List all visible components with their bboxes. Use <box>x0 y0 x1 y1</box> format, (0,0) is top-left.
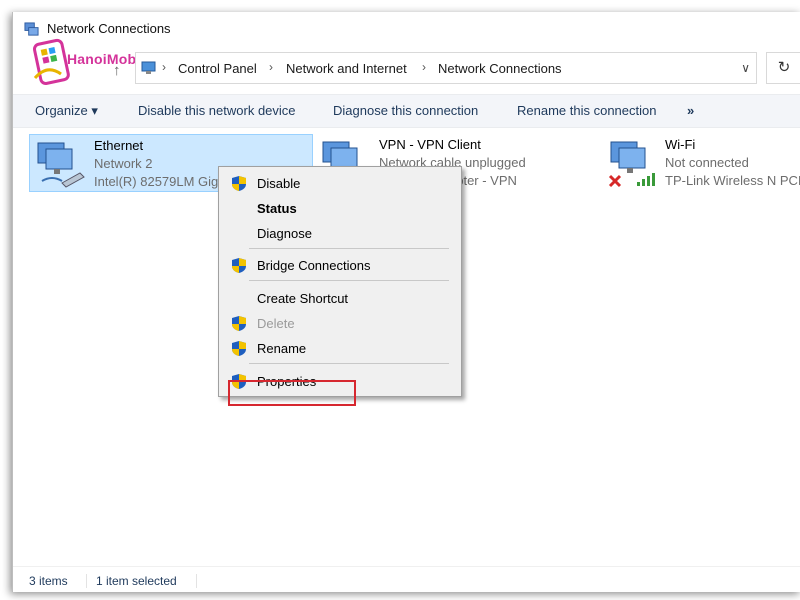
menu-item-label: Status <box>257 201 297 216</box>
connection-name: Ethernet <box>94 138 144 153</box>
connection-status: Network 2 <box>94 156 153 171</box>
connection-name: VPN - VPN Client <box>379 137 481 152</box>
breadcrumb-control-panel[interactable]: Control Panel <box>178 61 257 76</box>
refresh-button[interactable]: ↻ <box>766 52 800 84</box>
ethernet-adapter-icon <box>37 142 85 188</box>
menu-separator <box>249 248 449 249</box>
organize-menu[interactable]: Organize ▾ <box>35 103 98 119</box>
status-selected-count: 1 item selected <box>96 574 177 588</box>
rename-connection-button[interactable]: Rename this connection <box>517 103 656 118</box>
menu-item-label: Bridge Connections <box>257 258 371 273</box>
uac-shield-icon <box>232 258 246 273</box>
address-bar[interactable]: › Control Panel › Network and Internet ›… <box>135 52 757 84</box>
status-bar: 3 items 1 item selected <box>13 566 800 592</box>
uac-shield-icon <box>232 176 246 191</box>
menu-separator <box>249 280 449 281</box>
diagnose-connection-button[interactable]: Diagnose this connection <box>333 103 478 118</box>
connection-status: Not connected <box>665 155 749 170</box>
properties-highlight-box <box>228 380 356 406</box>
breadcrumb-separator: › <box>422 60 426 74</box>
disable-device-button[interactable]: Disable this network device <box>138 103 296 118</box>
connection-device: TP-Link Wireless N PCI <box>665 173 800 188</box>
menu-item-status[interactable]: Status <box>221 196 457 220</box>
status-divider <box>196 574 197 588</box>
menu-item-label: Diagnose <box>257 226 312 241</box>
menu-separator <box>249 363 449 364</box>
menu-item-disable[interactable]: Disable <box>221 171 457 195</box>
menu-item-label: Delete <box>257 316 295 331</box>
explorer-window: Network Connections HanoiMobile ↑ › Cont… <box>12 12 800 592</box>
wifi-adapter-icon <box>608 141 655 188</box>
control-panel-icon <box>141 61 156 74</box>
menu-item-create-shortcut[interactable]: Create Shortcut <box>221 286 457 310</box>
menu-item-bridge-connections[interactable]: Bridge Connections <box>221 253 457 277</box>
breadcrumb-separator: › <box>269 60 273 74</box>
chevron-down-icon[interactable]: ∨ <box>741 61 750 75</box>
refresh-icon: ↻ <box>777 59 791 76</box>
more-commands-button[interactable]: » <box>687 103 694 118</box>
breadcrumb-network-internet[interactable]: Network and Internet <box>286 61 407 76</box>
menu-item-label: Disable <box>257 176 301 191</box>
menu-item-label: Rename <box>257 341 307 356</box>
menu-item-delete: Delete <box>221 311 457 335</box>
up-arrow-icon[interactable]: ↑ <box>113 62 127 79</box>
menu-item-diagnose[interactable]: Diagnose <box>221 221 457 245</box>
status-divider <box>86 574 87 588</box>
menu-item-label: Create Shortcut <box>257 291 349 306</box>
breadcrumb-network-connections[interactable]: Network Connections <box>438 61 562 76</box>
command-bar: Organize ▾ Disable this network device D… <box>13 94 800 128</box>
menu-item-rename[interactable]: Rename <box>221 336 457 360</box>
status-items-count: 3 items <box>29 574 68 588</box>
context-menu: Disable Status Diagnose Bridge Connectio… <box>218 166 462 406</box>
breadcrumb-separator: › <box>162 60 166 74</box>
uac-shield-icon <box>232 341 246 356</box>
connection-device: Intel(R) 82579LM Gig <box>94 174 219 189</box>
connection-wifi[interactable]: Wi-Fi Not connected TP-Link Wireless N P… <box>601 134 800 192</box>
connection-name: Wi-Fi <box>665 137 696 152</box>
uac-shield-icon <box>232 316 246 331</box>
